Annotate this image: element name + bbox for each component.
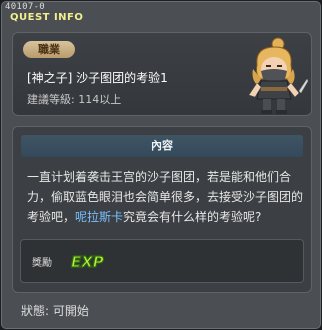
quest-name: [神之子] 沙子图团的考验1 xyxy=(27,71,168,85)
quest-description-text-end: 究竟会有什么样的考验呢? xyxy=(123,210,262,224)
quest-level-requirement: 建議等級: 114以上 xyxy=(27,93,122,106)
exp-icon-text: EXP xyxy=(71,253,104,271)
quest-content-panel: 內容 一直计划着袭击王宫的沙子图团，若是能和他们合力，偷取蓝色眼泪也会简单很多，… xyxy=(12,126,312,293)
quest-id-label: 40107-0 xyxy=(5,2,46,12)
window-title: QUEST INFO xyxy=(10,12,84,23)
content-header: 內容 xyxy=(21,135,303,157)
quest-summary-panel: 職業 [神之子] 沙子图团的考验1 建議等級: 114以上 xyxy=(12,32,312,116)
quest-description: 一直计划着袭击王宫的沙子图团，若是能和他们合力，偷取蓝色眼泪也会简单很多，去接受… xyxy=(27,167,305,227)
quest-status: 狀態: 可開始 xyxy=(21,304,89,318)
quest-info-window: 40107-0 QUEST INFO 職業 [神之子] 沙子图团的考验1 建議等… xyxy=(0,0,322,330)
exp-reward-icon[interactable]: EXP xyxy=(69,250,109,272)
reward-label: 獎勵 xyxy=(32,258,52,269)
npc-portrait-icon xyxy=(248,37,309,114)
npc-link[interactable]: 呢拉斯卡 xyxy=(75,210,123,224)
job-badge: 職業 xyxy=(23,41,75,58)
reward-box: 獎勵 EXP xyxy=(20,239,304,283)
